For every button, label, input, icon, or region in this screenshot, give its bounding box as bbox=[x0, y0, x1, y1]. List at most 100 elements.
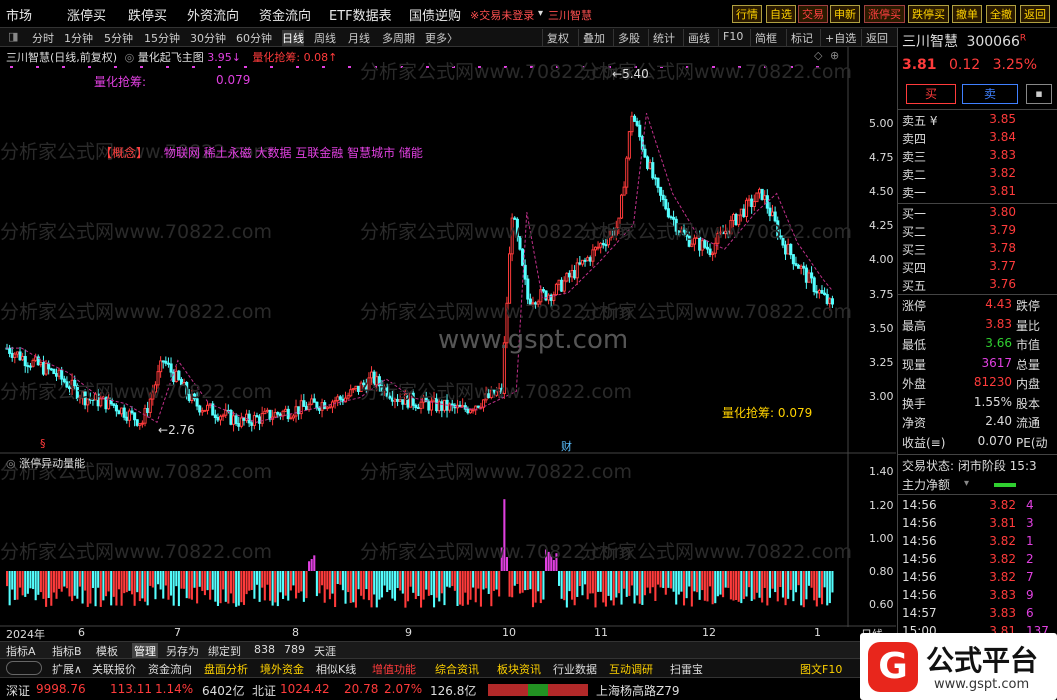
tab-bind-to[interactable]: 绑定到 bbox=[208, 643, 241, 659]
menu-item-limit-down[interactable]: 跌停买 bbox=[128, 5, 167, 24]
ask-row[interactable]: 卖五 ¥ 3.85 bbox=[898, 112, 1057, 130]
tab-15min[interactable]: 15分钟 bbox=[144, 30, 180, 46]
tab-mine-sweep[interactable]: 扫雷宝 bbox=[670, 661, 703, 677]
tab-838[interactable]: 838 bbox=[254, 643, 275, 656]
tab-fund-flow[interactable]: 资金流向 bbox=[148, 661, 192, 677]
info-row[interactable]: 最高 3.83 量比 bbox=[898, 317, 1057, 335]
tab-interactive[interactable]: 互动调研 bbox=[609, 661, 653, 677]
tick-row[interactable]: 14:56 3.82 4 bbox=[898, 498, 1057, 516]
tab-manage[interactable]: 管理 bbox=[132, 643, 158, 659]
kline-chart[interactable]: 分析家公式网www.70822.com 分析家公式网www.70822.com … bbox=[0, 47, 896, 641]
toggle-switch[interactable] bbox=[6, 661, 42, 675]
toolbar-cancel-button[interactable]: 撤单 bbox=[952, 5, 982, 23]
more-button[interactable]: ▪ bbox=[1026, 84, 1052, 104]
tab-multi-period[interactable]: 多周期 bbox=[382, 30, 415, 46]
ask-row[interactable]: 卖三 3.83 bbox=[898, 148, 1057, 166]
bid-row[interactable]: 买五 3.76 bbox=[898, 277, 1057, 295]
indicator-toggle-icon[interactable]: ◎ bbox=[125, 51, 135, 64]
tab-market-analysis[interactable]: 盘面分析 bbox=[204, 661, 248, 677]
buy-button[interactable]: 买 bbox=[906, 84, 956, 104]
tick-row[interactable]: 14:56 3.81 3 bbox=[898, 516, 1057, 534]
menu-item-market[interactable]: 市场 bbox=[6, 5, 32, 24]
toolbar-trade-button[interactable]: 交易 bbox=[798, 5, 828, 23]
multi-stock-button[interactable]: 多股 bbox=[613, 29, 644, 46]
menu-item-etf[interactable]: ETF数据表 bbox=[329, 5, 392, 24]
tab-indicator-a[interactable]: 指标A bbox=[6, 643, 36, 659]
period-back-button[interactable]: 返回 bbox=[861, 29, 892, 46]
tab-60min[interactable]: 60分钟 bbox=[236, 30, 272, 46]
diamond-icon[interactable]: ◇ bbox=[814, 49, 822, 62]
ask-row[interactable]: 卖二 3.82 bbox=[898, 166, 1057, 184]
tab-save-as[interactable]: 另存为 bbox=[166, 643, 199, 659]
tab-template[interactable]: 模板 bbox=[96, 643, 118, 659]
flow-arrow-icon[interactable]: ▾ bbox=[964, 478, 969, 489]
statistics-button[interactable]: 统计 bbox=[648, 29, 679, 46]
info-row[interactable]: 现量 3617 总量 bbox=[898, 356, 1057, 374]
overlay-button[interactable]: 叠加 bbox=[578, 29, 609, 46]
sz-label[interactable]: 深证 bbox=[6, 682, 30, 699]
toolbar-watchlist-button[interactable]: 自选 bbox=[766, 5, 796, 23]
indicator-name[interactable]: 量化起飞主图 bbox=[138, 51, 204, 64]
marker-fin[interactable]: 财 bbox=[561, 438, 572, 454]
dropdown-arrow-icon[interactable]: ▾ bbox=[538, 8, 543, 19]
zoom-icon[interactable]: ⊕ bbox=[830, 49, 839, 62]
tab-foreign-fund[interactable]: 境外资金 bbox=[260, 661, 304, 677]
tab-daily[interactable]: 日线 bbox=[282, 30, 304, 46]
bz-label[interactable]: 北证 bbox=[252, 682, 276, 699]
tab-industry-data[interactable]: 行业数据 bbox=[553, 661, 597, 677]
bid-row[interactable]: 买一 3.80 bbox=[898, 205, 1057, 223]
tab-weekly[interactable]: 周线 bbox=[314, 30, 336, 46]
menu-item-foreign[interactable]: 外资流向 bbox=[187, 5, 239, 24]
news-ticker[interactable]: 上海杨高路Z79 bbox=[596, 682, 680, 699]
toolbar-cancel-all-button[interactable]: 全撤 bbox=[986, 5, 1016, 23]
menu-item-limit-up[interactable]: 涨停买 bbox=[67, 5, 106, 24]
info-row[interactable]: 外盘 81230 内盘 bbox=[898, 375, 1057, 393]
tick-row[interactable]: 14:56 3.82 2 bbox=[898, 552, 1057, 570]
tab-expand[interactable]: 扩展∧ bbox=[52, 661, 82, 677]
f10-button[interactable]: F10 bbox=[718, 29, 747, 46]
tab-value-added[interactable]: 增值功能 bbox=[372, 661, 416, 677]
tab-intraday[interactable]: 分时 bbox=[32, 30, 54, 46]
toolbar-quote-button[interactable]: 行情 bbox=[732, 5, 762, 23]
toolbar-limit-up-button[interactable]: 涨停买 bbox=[864, 5, 905, 23]
tab-monthly[interactable]: 月线 bbox=[348, 30, 370, 46]
tab-5min[interactable]: 5分钟 bbox=[104, 30, 133, 46]
tab-more[interactable]: 更多〉 bbox=[425, 30, 458, 46]
draw-line-button[interactable]: 画线 bbox=[683, 29, 714, 46]
ask-row[interactable]: 卖一 3.81 bbox=[898, 184, 1057, 202]
tick-row[interactable]: 14:56 3.82 1 bbox=[898, 534, 1057, 552]
tab-30min[interactable]: 30分钟 bbox=[190, 30, 226, 46]
tab-news[interactable]: 综合资讯 bbox=[435, 661, 479, 677]
tab-f10[interactable]: 图文F10 bbox=[800, 661, 842, 677]
menu-item-fund-flow[interactable]: 资金流向 bbox=[259, 5, 311, 24]
tab-789[interactable]: 789 bbox=[284, 643, 305, 656]
sub-toggle-icon[interactable]: ◎ bbox=[6, 457, 16, 470]
tab-related-quote[interactable]: 关联报价 bbox=[92, 661, 136, 677]
bid-row[interactable]: 买二 3.79 bbox=[898, 223, 1057, 241]
info-row[interactable]: 收益(≡) 0.070 PE(动 bbox=[898, 434, 1057, 452]
ask-row[interactable]: 卖四 3.84 bbox=[898, 130, 1057, 148]
restore-rights-button[interactable]: 复权 bbox=[542, 29, 573, 46]
tab-similar-kline[interactable]: 相似K线 bbox=[316, 661, 356, 677]
marker-s[interactable]: § bbox=[40, 437, 46, 450]
tab-indicator-b[interactable]: 指标B bbox=[52, 643, 82, 659]
mark-button[interactable]: 标记 bbox=[786, 29, 817, 46]
tick-row[interactable]: 14:56 3.82 7 bbox=[898, 570, 1057, 588]
tab-tianya[interactable]: 天涯 bbox=[314, 643, 336, 659]
panel-toggle-icon[interactable]: ◨ bbox=[8, 30, 18, 43]
info-row[interactable]: 换手 1.55% 股本 bbox=[898, 395, 1057, 413]
simple-frame-button[interactable]: 简框 bbox=[750, 29, 781, 46]
sell-button[interactable]: 卖 bbox=[962, 84, 1018, 104]
concept-list[interactable]: 物联网 稀土永磁 大数据 互联金融 智慧城市 储能 bbox=[164, 146, 423, 160]
info-row[interactable]: 净资 2.40 流通 bbox=[898, 414, 1057, 432]
bid-row[interactable]: 买四 3.77 bbox=[898, 259, 1057, 277]
tick-row[interactable]: 14:57 3.83 6 bbox=[898, 606, 1057, 624]
login-notice[interactable]: ※交易未登录 bbox=[470, 7, 534, 23]
tick-row[interactable]: 14:56 3.83 9 bbox=[898, 588, 1057, 606]
toolbar-limit-down-button[interactable]: 跌停买 bbox=[908, 5, 949, 23]
menu-item-repo[interactable]: 国债逆购 bbox=[409, 5, 461, 24]
tab-1min[interactable]: 1分钟 bbox=[64, 30, 93, 46]
tab-sector-news[interactable]: 板块资讯 bbox=[497, 661, 541, 677]
kline-chart-svg[interactable] bbox=[0, 47, 896, 627]
bid-row[interactable]: 买三 3.78 bbox=[898, 241, 1057, 259]
